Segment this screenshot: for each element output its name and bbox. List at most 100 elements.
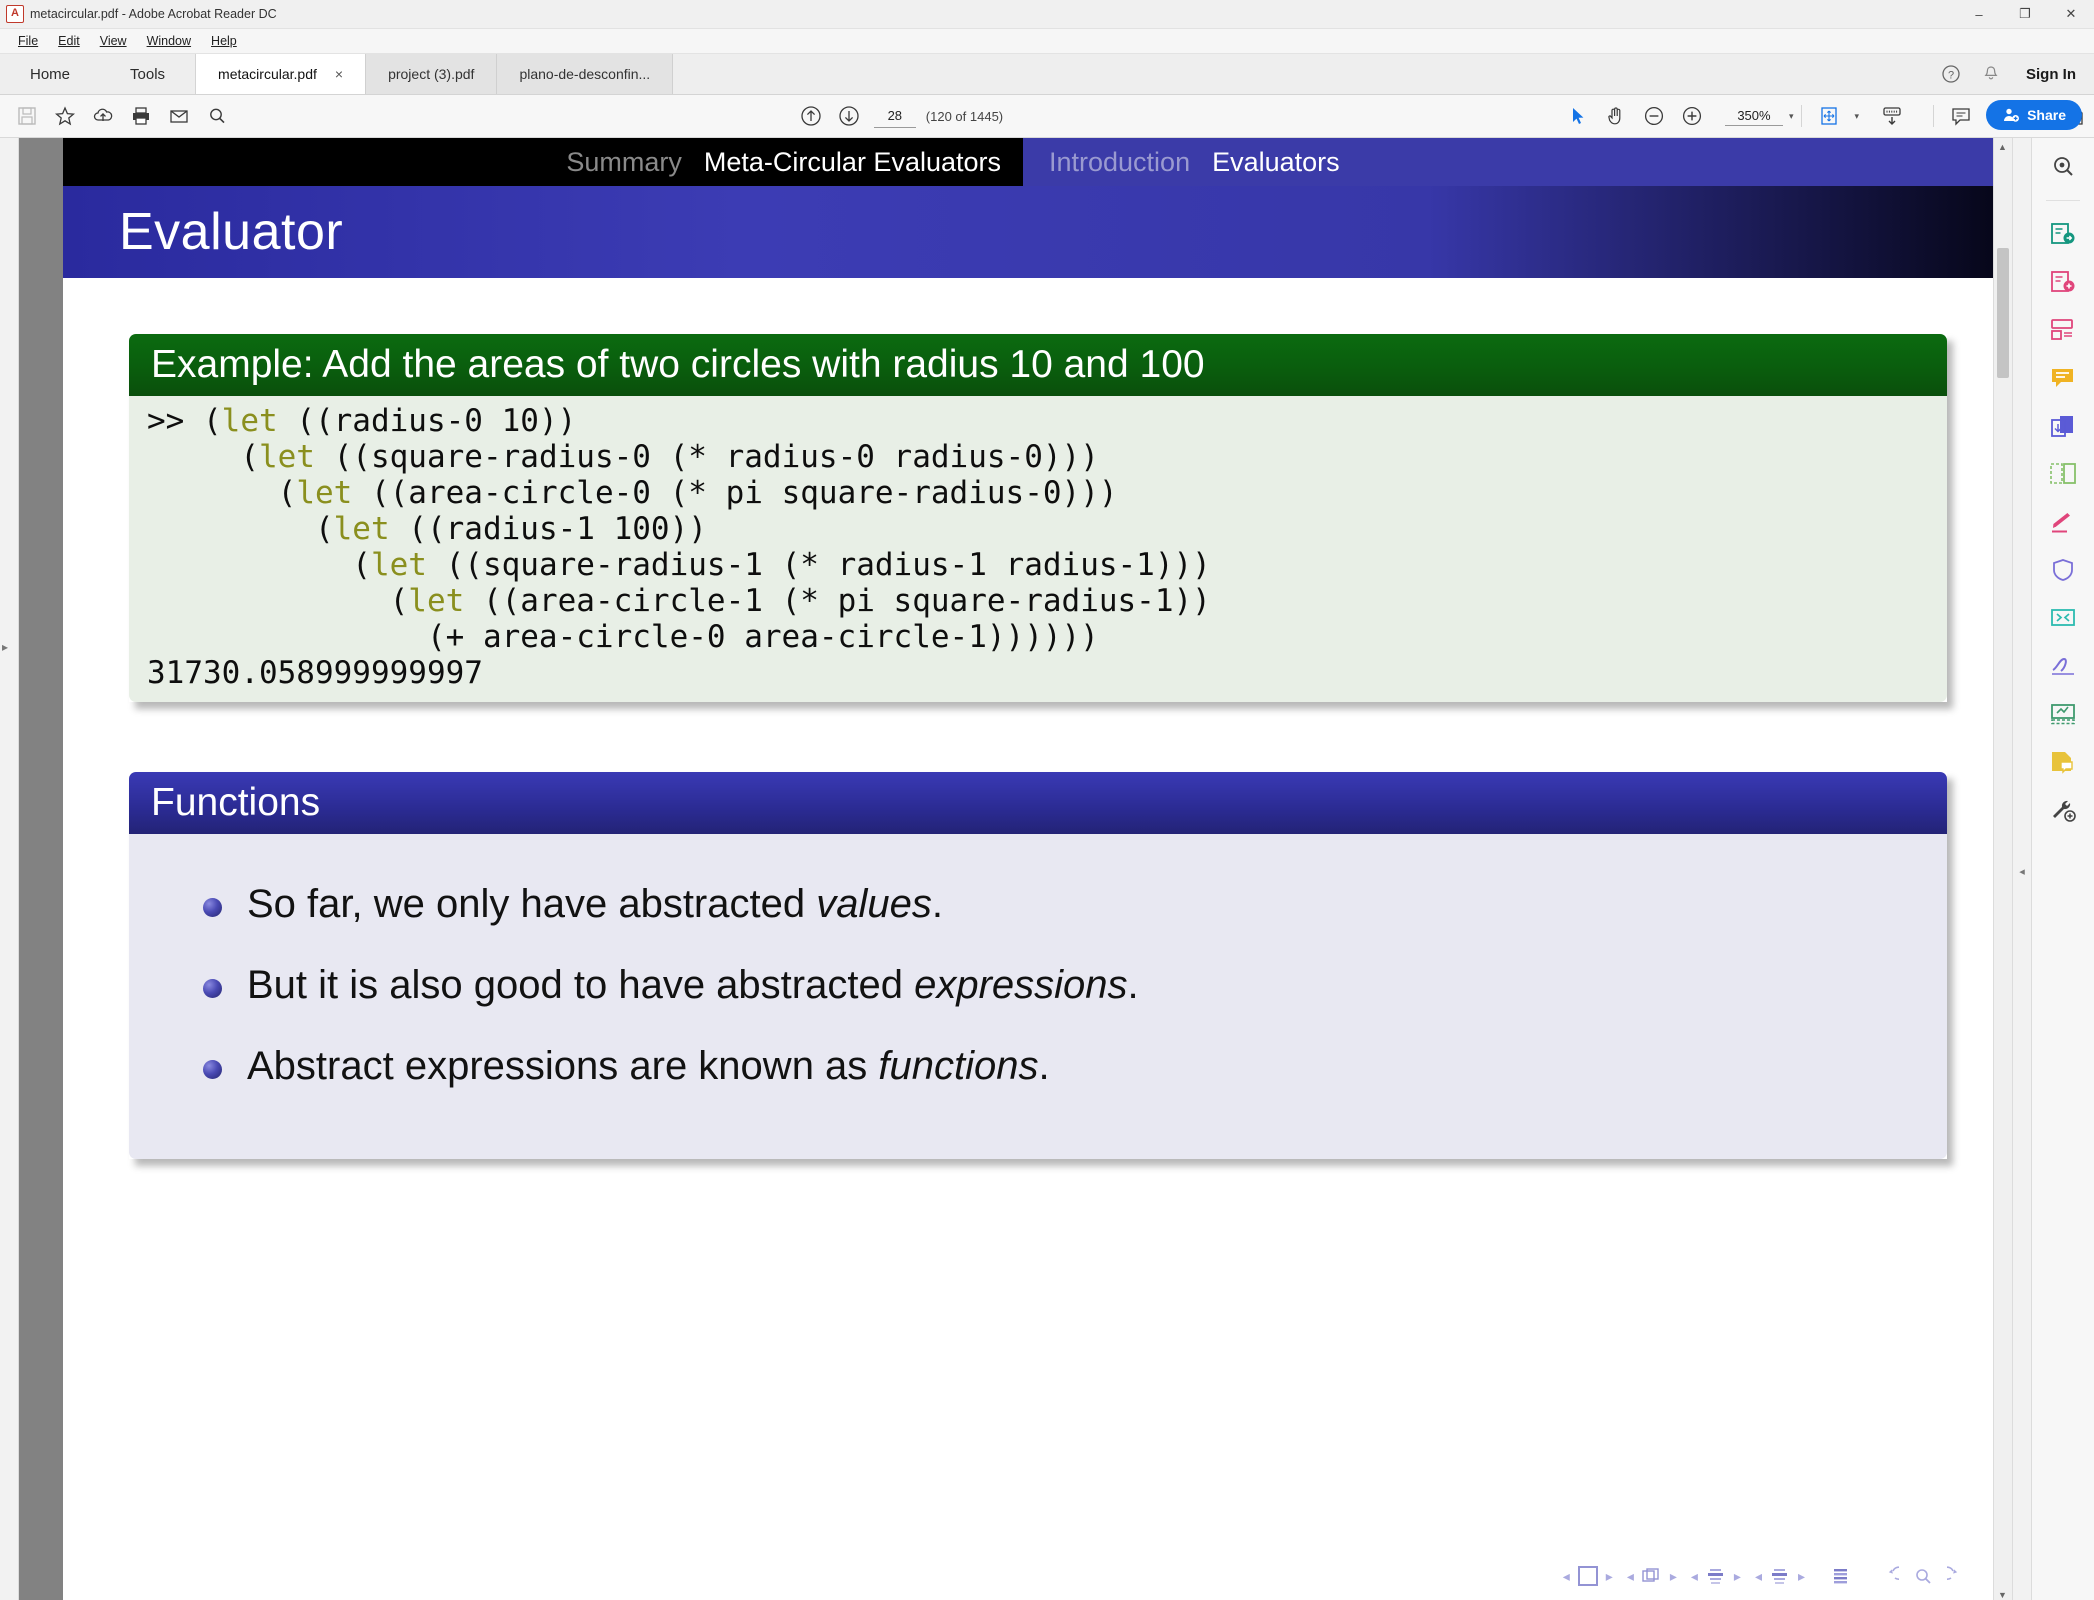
document-view[interactable]: Summary Meta-Circular Evaluators Introdu… [19, 138, 1993, 1600]
maximize-button[interactable]: ❐ [2002, 0, 2048, 28]
nav-item-meta-circular-evaluators[interactable]: Meta-Circular Evaluators [704, 147, 1001, 178]
slide-body: Example: Add the areas of two circles wi… [63, 334, 1993, 1600]
share-label: Share [2027, 107, 2066, 123]
export-pdf-icon[interactable] [2046, 219, 2080, 249]
section-nav-icon[interactable] [1706, 1567, 1726, 1585]
next-section-button[interactable]: ▸ [1734, 1568, 1741, 1585]
cursor-select-icon[interactable] [1559, 99, 1597, 133]
more-tools-icon[interactable] [2046, 795, 2080, 825]
tab-metacircular-pdf[interactable]: metacircular.pdf × [196, 54, 367, 94]
fit-page-chevron-icon[interactable]: ▾ [1854, 111, 1859, 122]
bullet-list: So far, we only have abstracted values. … [129, 882, 1947, 1089]
minimize-button[interactable]: – [1956, 0, 2002, 28]
comment-tool-icon[interactable] [2046, 363, 2080, 393]
bullet-emphasis: functions [878, 1043, 1039, 1088]
compress-pdf-icon[interactable] [2046, 603, 2080, 633]
keyword-let: let [370, 546, 427, 583]
next-frame-button[interactable]: ▸ [1606, 1568, 1613, 1585]
find-icon[interactable] [1913, 1567, 1933, 1585]
toc-nav-icon[interactable] [1831, 1567, 1851, 1585]
functions-block: Functions So far, we only have abstracte… [129, 771, 1947, 1159]
zoom-out-icon[interactable] [1635, 99, 1673, 133]
scroll-down-arrow-icon[interactable]: ▼ [1998, 1590, 2007, 1600]
menu-window[interactable]: Window [137, 32, 201, 50]
scrollbar-thumb[interactable] [1997, 248, 2009, 378]
prev-frame-button[interactable]: ◂ [1563, 1568, 1570, 1585]
tab-project-3-pdf[interactable]: project (3).pdf [366, 54, 498, 94]
window-controls: – ❐ ✕ [1956, 0, 2094, 28]
close-button[interactable]: ✕ [2048, 0, 2094, 28]
list-item: So far, we only have abstracted values. [203, 882, 1947, 927]
fit-page-icon[interactable] [1810, 99, 1848, 133]
frame-nav-icon[interactable] [1577, 1566, 1598, 1586]
tab-label: plano-de-desconfin... [519, 66, 651, 82]
acrobat-reader-window: A metacircular.pdf - Adobe Acrobat Reade… [0, 0, 2094, 1600]
prev-slide-button[interactable]: ◂ [1627, 1568, 1634, 1585]
search-tool-icon[interactable] [2046, 152, 2080, 182]
menu-file[interactable]: File [8, 32, 48, 50]
print-icon[interactable] [122, 99, 160, 133]
menu-view[interactable]: View [90, 32, 137, 50]
protect-icon[interactable] [2046, 555, 2080, 585]
nav-item-introduction[interactable]: Introduction [1049, 147, 1190, 178]
tab-plano-de-desconfin[interactable]: plano-de-desconfin... [497, 54, 674, 94]
scroll-up-arrow-icon[interactable]: ▲ [1998, 142, 2007, 152]
send-comments-icon[interactable] [2046, 747, 2080, 777]
help-circle-icon[interactable]: ? [1940, 63, 1962, 85]
left-panel-toggle[interactable]: ▸ [0, 138, 19, 1600]
organize-pages-icon[interactable] [2046, 459, 2080, 489]
list-item: Abstract expressions are known as functi… [203, 1044, 1947, 1089]
menu-help-label: Help [211, 34, 237, 48]
close-icon[interactable]: × [335, 66, 343, 82]
slide-title: Evaluator [119, 203, 344, 261]
nav-item-evaluators[interactable]: Evaluators [1212, 147, 1340, 178]
document-scrollbar[interactable]: ▲ ▼ [1993, 138, 2012, 1600]
go-back-icon[interactable] [1879, 1566, 1899, 1585]
comment-icon[interactable] [1942, 99, 1980, 133]
page-number-input[interactable]: 28 [873, 105, 916, 128]
zoom-in-icon[interactable] [1673, 99, 1711, 133]
tab-bar-right-group: ? Sign In [1940, 54, 2094, 94]
prev-section-button[interactable]: ◂ [1691, 1568, 1698, 1585]
go-forward-icon[interactable] [1947, 1566, 1967, 1585]
create-pdf-icon[interactable] [2046, 267, 2080, 297]
nav-item-summary[interactable]: Summary [566, 147, 682, 178]
chevron-right-icon[interactable]: ▸ [2, 640, 8, 654]
keyword-let: let [333, 510, 390, 547]
code-listing: >> (let ((radius-0 10)) (let ((square-ra… [129, 403, 1947, 692]
edit-pdf-icon[interactable] [2046, 315, 2080, 345]
scroll-mode-icon[interactable] [1873, 99, 1911, 133]
zoom-level-input[interactable]: 350% [1724, 106, 1783, 126]
window-title: metacircular.pdf - Adobe Acrobat Reader … [30, 7, 277, 21]
share-button[interactable]: Share [1986, 100, 2082, 130]
slide-nav-icon[interactable] [1642, 1567, 1662, 1585]
sign-in-button[interactable]: Sign In [2020, 66, 2076, 83]
menu-help[interactable]: Help [201, 32, 247, 50]
menu-edit[interactable]: Edit [48, 32, 90, 50]
chevron-down-icon[interactable]: ▾ [1789, 111, 1794, 122]
page-down-icon[interactable] [830, 99, 868, 133]
combine-files-icon[interactable] [2046, 411, 2080, 441]
menu-edit-label: Edit [58, 34, 80, 48]
right-panel-toggle[interactable]: ◂ [2012, 138, 2031, 1600]
cloud-upload-icon[interactable] [84, 99, 122, 133]
pdf-icon: A [6, 5, 24, 23]
star-icon[interactable] [46, 99, 84, 133]
prev-subsection-button[interactable]: ◂ [1755, 1568, 1762, 1585]
redact-icon[interactable] [2046, 507, 2080, 537]
keyword-let: let [221, 403, 278, 439]
example-block-body: >> (let ((radius-0 10)) (let ((square-ra… [129, 396, 1947, 702]
email-icon[interactable] [160, 99, 198, 133]
stamp-icon[interactable] [2046, 699, 2080, 729]
save-icon[interactable] [8, 99, 46, 133]
notification-bell-icon[interactable] [1980, 63, 2002, 85]
search-icon[interactable] [198, 99, 236, 133]
hand-pan-icon[interactable] [1597, 99, 1635, 133]
subsection-nav-icon[interactable] [1770, 1567, 1790, 1585]
next-slide-button[interactable]: ▸ [1670, 1568, 1677, 1585]
fill-sign-tool-icon[interactable] [2046, 651, 2080, 681]
page-up-icon[interactable] [792, 99, 830, 133]
next-subsection-button[interactable]: ▸ [1798, 1568, 1805, 1585]
tools-button[interactable]: Tools [100, 54, 197, 94]
home-button[interactable]: Home [0, 54, 101, 94]
